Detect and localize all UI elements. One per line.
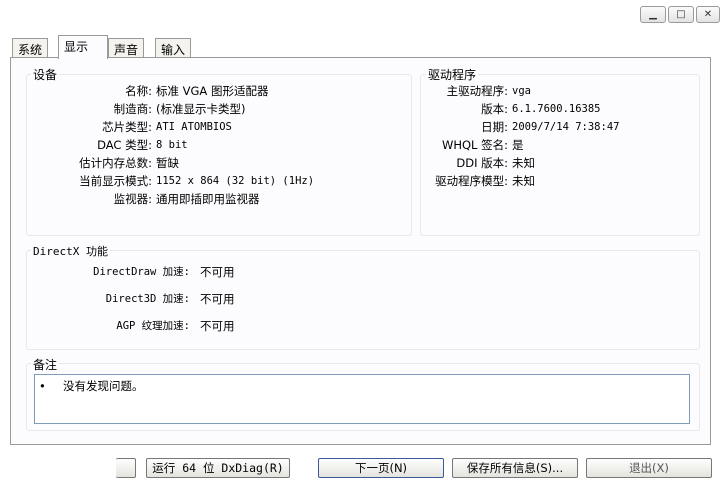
directx-group-title: DirectX 功能 (31, 243, 110, 259)
tab-system[interactable]: 系统 (12, 38, 49, 58)
directx-row-agp: AGP 纹理加速: 不可用 (116, 319, 235, 333)
bullet-icon: • (39, 379, 46, 393)
tab-input[interactable]: 输入 (155, 38, 192, 58)
directx-row-direct3d: Direct3D 加速: 不可用 (105, 292, 235, 306)
save-all-info-button[interactable]: 保存所有信息(S)... (452, 458, 578, 478)
driver-row-model: 驱动程序模型: 未知 (435, 174, 535, 188)
notes-text: 没有发现问题。 (63, 379, 144, 393)
notes-item: • 没有发现问题。 (39, 377, 144, 395)
device-row-monitor: 监视器: 通用即插即用监视器 (113, 192, 260, 206)
exit-button[interactable]: 退出(X) (586, 458, 712, 478)
close-icon: ✕ (703, 9, 713, 20)
notes-box[interactable]: • 没有发现问题。 (34, 374, 690, 424)
driver-group-title: 驱动程序 (426, 66, 479, 83)
minimize-button[interactable]: ▁ (640, 6, 666, 23)
next-page-button[interactable]: 下一页(N) (318, 458, 444, 478)
device-row-display-mode: 当前显示模式: 1152 x 864 (32 bit) (1Hz) (79, 174, 315, 188)
device-row-memory: 估计内存总数: 暂缺 (79, 156, 179, 170)
directx-row-directdraw: DirectDraw 加速: 不可用 (93, 265, 235, 279)
device-row-name: 名称: 标准 VGA 图形适配器 (125, 84, 269, 98)
maximize-icon: □ (676, 9, 686, 20)
driver-row-version: 版本: 6.1.7600.16385 (481, 102, 601, 116)
device-row-chip-type: 芯片类型: ATI ATOMBIOS (102, 120, 232, 134)
driver-row-main: 主驱动程序: vga (446, 84, 531, 98)
driver-row-whql: WHQL 签名: 是 (441, 138, 524, 152)
minimize-icon: ▁ (649, 9, 657, 20)
run-64bit-dxdiag-button[interactable]: 运行 64 位 DxDiag(R) (146, 458, 290, 478)
tab-display[interactable]: 显示 (58, 35, 108, 59)
device-group-title: 设备 (31, 66, 60, 83)
driver-row-ddi: DDI 版本: 未知 (456, 156, 535, 170)
tab-sound[interactable]: 声音 (108, 38, 145, 58)
close-button[interactable]: ✕ (696, 6, 720, 23)
window-controls: ▁ □ ✕ (640, 6, 720, 23)
notes-group-title: 备注 (31, 356, 60, 373)
device-row-dac-type: DAC 类型: 8 bit (97, 138, 188, 152)
driver-row-date: 日期: 2009/7/14 7:38:47 (481, 120, 620, 134)
device-row-manufacturer: 制造商: (标准显示卡类型) (113, 102, 246, 116)
maximize-button[interactable]: □ (668, 6, 694, 23)
help-button[interactable] (116, 458, 136, 478)
